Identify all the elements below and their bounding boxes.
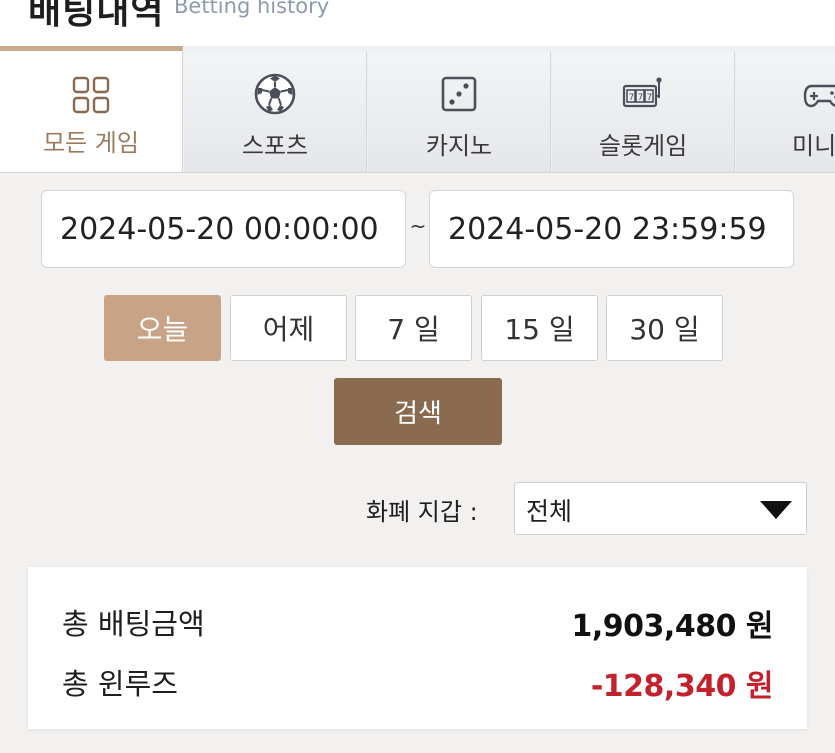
svg-text:7: 7: [647, 93, 653, 103]
grid-icon: [72, 76, 110, 114]
start-date-input[interactable]: [41, 190, 406, 268]
wallet-selected-value: 전체: [526, 497, 573, 526]
total-winloss-label: 총 윈루즈: [62, 667, 178, 701]
summary-row-total-winloss: 총 윈루즈 -128,340 원: [62, 661, 774, 704]
period-yesterday-button[interactable]: 어제: [230, 295, 347, 361]
total-winloss-value: -128,340 원: [590, 669, 774, 704]
tab-slot-games[interactable]: 7 7 7 슬롯게임: [552, 52, 735, 172]
tab-label: 슬롯게임: [598, 132, 688, 160]
svg-text:7: 7: [638, 93, 644, 103]
period-today-button[interactable]: 오늘: [104, 295, 221, 361]
period-15-days-button[interactable]: 15 일: [481, 295, 598, 361]
summary-row-total-bet: 총 배팅금액 1,903,480 원: [62, 601, 774, 644]
end-date-input[interactable]: [429, 190, 794, 268]
tab-label: 모든 게임: [43, 129, 139, 157]
tab-label: 스포츠: [241, 132, 309, 160]
soccer-ball-icon: [254, 73, 296, 115]
betting-summary-card: 총 배팅금액 1,903,480 원 총 윈루즈 -128,340 원: [28, 567, 807, 729]
page-subtitle: Betting history: [174, 0, 330, 18]
tab-mini-games[interactable]: 미니: [736, 52, 835, 172]
wallet-label: 화폐 지갑 :: [366, 498, 478, 526]
tab-label: 미니: [792, 132, 835, 160]
date-range-separator: ~: [409, 214, 427, 238]
page-title: 배팅내역: [28, 0, 165, 32]
period-7-days-button[interactable]: 7 일: [355, 295, 472, 361]
total-bet-value: 1,903,480 원: [571, 609, 774, 644]
dice-icon: [441, 76, 477, 112]
tab-casino[interactable]: 카지노: [368, 52, 551, 172]
tab-sports[interactable]: 스포츠: [184, 52, 367, 172]
tab-label: 카지노: [425, 132, 493, 160]
gamepad-icon: [803, 84, 835, 108]
wallet-select[interactable]: 전체: [514, 482, 807, 535]
search-button[interactable]: 검색: [334, 378, 502, 445]
caret-down-icon: [760, 501, 792, 519]
svg-text:7: 7: [629, 93, 635, 103]
page-header: 배팅내역 Betting history: [0, 0, 835, 46]
total-bet-label: 총 배팅금액: [62, 607, 205, 641]
period-30-days-button[interactable]: 30 일: [606, 295, 723, 361]
game-tab-bar: 모든 게임 스포츠 카지노 7 7 7 슬롯게임 미니: [0, 46, 835, 173]
tab-all-games[interactable]: 모든 게임: [0, 46, 183, 172]
slot-machine-icon: 7 7 7: [622, 77, 662, 108]
